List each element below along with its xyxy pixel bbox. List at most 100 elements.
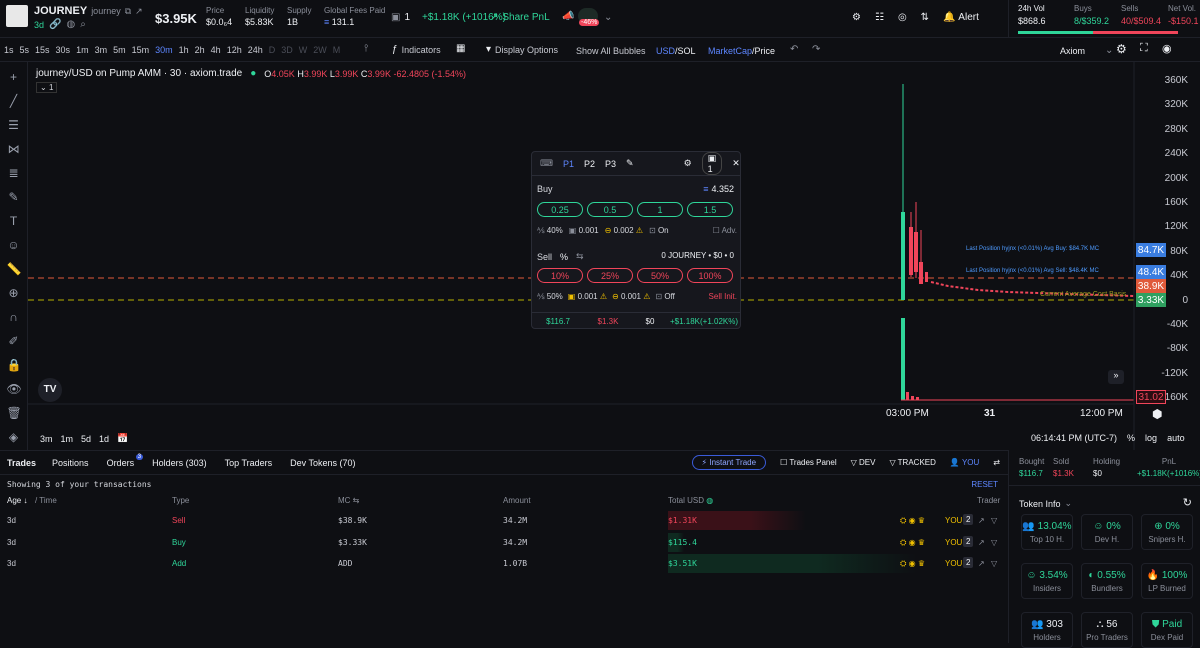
dev-filter[interactable]: ▽ DEV — [851, 458, 876, 467]
timeframe-5s[interactable]: 5s — [20, 45, 30, 55]
range-1d[interactable]: 1d — [99, 434, 109, 444]
horizontal-lines-icon[interactable]: ☰ — [7, 118, 21, 132]
you-filter[interactable]: 👤 YOU — [950, 458, 979, 467]
col-age[interactable]: Age ↓ — [7, 496, 27, 505]
search-icon[interactable]: ⌕ — [80, 19, 86, 30]
timeframe-15s[interactable]: 15s — [35, 45, 50, 55]
tab-p3[interactable]: P3 — [605, 159, 616, 169]
chevron-down-icon[interactable]: ⌄ — [1105, 45, 1113, 56]
buy-amount-2[interactable]: 0.5 — [587, 202, 633, 217]
link-icon[interactable]: 🔗 — [49, 19, 61, 30]
timeframe-15m[interactable]: 15m — [132, 45, 150, 55]
copy-icon[interactable]: ⧉ — [125, 6, 131, 17]
pencil-lock-icon[interactable]: ✐ — [7, 334, 21, 348]
gear-icon[interactable]: ⚙ — [684, 158, 692, 169]
timeframe-5m[interactable]: 5m — [113, 45, 126, 55]
tab-orders[interactable]: Orders 3 — [98, 453, 144, 468]
ruler-icon[interactable]: 📏 — [7, 262, 22, 276]
trendline-icon[interactable]: ╱ — [7, 94, 21, 108]
range-3m[interactable]: 3m — [40, 434, 53, 444]
indicators-button[interactable]: ƒ Indicators — [392, 44, 451, 55]
share-pnl-button[interactable]: ↗ Share PnL — [490, 12, 550, 23]
camera-icon[interactable]: ◉ — [1162, 42, 1172, 55]
auto-toggle[interactable]: auto — [1167, 433, 1185, 443]
timeframe-3d[interactable]: 3D — [281, 45, 293, 55]
magnet-icon[interactable]: ∩ — [7, 310, 21, 324]
gear-icon[interactable]: ⚙ — [852, 12, 861, 23]
filter-icon[interactable]: ▽ — [991, 559, 997, 568]
tab-positions[interactable]: Positions — [43, 458, 98, 468]
wallet-count[interactable]: ▣ 1 — [701, 152, 723, 175]
tab-dev-tokens[interactable]: Dev Tokens (70) — [281, 458, 364, 468]
col-total[interactable]: Total USD ◍ — [668, 496, 713, 505]
col-mc[interactable]: MC ⇆ — [338, 496, 359, 505]
eye-icon[interactable]: 👁 — [7, 382, 22, 396]
timeframe-3m[interactable]: 3m — [95, 45, 108, 55]
range-5d[interactable]: 5d — [81, 434, 91, 444]
layout-grid-icon[interactable]: ▦ — [456, 43, 465, 54]
token-info-header[interactable]: Token Info ⌄ — [1019, 498, 1072, 509]
trade-trader[interactable]: YOU — [945, 516, 962, 525]
trades-panel-toggle[interactable]: ☐ Trades Panel — [780, 458, 837, 467]
show-bubbles-button[interactable]: Show All Bubbles — [576, 46, 646, 56]
tracked-filter[interactable]: ▽ TRACKED — [889, 458, 935, 467]
buy-amount-1[interactable]: 0.25 — [537, 202, 583, 217]
trash-icon[interactable]: 🗑 — [7, 406, 22, 420]
timeframe-1h[interactable]: 1h — [179, 45, 189, 55]
range-1m[interactable]: 1m — [61, 434, 74, 444]
filter-icon[interactable]: ▽ — [991, 516, 997, 525]
timeframe-12h[interactable]: 12h — [227, 45, 242, 55]
crosshair-icon[interactable]: + — [7, 70, 21, 84]
timeframe-d[interactable]: D — [269, 45, 276, 55]
buy-amount-3[interactable]: 1 — [637, 202, 683, 217]
provider-select[interactable]: Axiom — [1060, 46, 1085, 56]
table-row[interactable]: 3d Add ADD 1.07B $3.51K ⛭ ◉ ♛ YOU 2 ↗ ▽ — [0, 553, 1008, 574]
timeframe-w[interactable]: W — [299, 45, 308, 55]
refresh-icon[interactable]: ↻ — [1183, 496, 1192, 509]
chevron-down-icon[interactable]: ⌄ — [604, 12, 612, 23]
trade-trader[interactable]: YOU — [945, 559, 962, 568]
settings-icon[interactable]: ⚙ — [1116, 42, 1127, 56]
timeframe-30m[interactable]: 30m — [155, 45, 173, 55]
instant-trade-button[interactable]: ⚡ Instant Trade — [691, 455, 767, 470]
external-link-icon[interactable]: ↗ — [978, 516, 985, 525]
table-row[interactable]: 3d Sell $38.9K 34.2M $1.31K ⛭ ◉ ♛ YOU 2 ↗ ▽ — [0, 510, 1008, 531]
emoji-icon[interactable]: ☺ — [7, 238, 21, 252]
sell-pct-4[interactable]: 100% — [687, 268, 733, 283]
sell-pct-1[interactable]: 10% — [537, 268, 583, 283]
redo-icon[interactable]: ↷ — [812, 44, 820, 55]
undo-icon[interactable]: ↶ — [790, 44, 798, 55]
timeframe-m[interactable]: M — [333, 45, 341, 55]
log-toggle[interactable]: log — [1145, 433, 1157, 443]
sort-icon[interactable]: ⇅ — [921, 12, 929, 23]
external-link-icon[interactable]: ↗ — [978, 559, 985, 568]
megaphone-icon[interactable]: 📣 — [562, 11, 574, 22]
filter-icon[interactable]: ▽ — [991, 538, 997, 547]
percent-toggle[interactable]: % — [1127, 433, 1135, 443]
tab-p1[interactable]: P1 — [563, 159, 574, 169]
candle-type-icon[interactable]: ⫯ — [364, 43, 368, 54]
lock-icon[interactable]: 🔒 — [7, 358, 22, 372]
tab-trades[interactable]: Trades — [0, 458, 43, 468]
tab-top-traders[interactable]: Top Traders — [216, 458, 282, 468]
buy-settings[interactable]: ⅍ 40% ▣ 0.001 ⊖ 0.002 ⚠ ⊡ On ☐ Adv. — [537, 226, 737, 235]
mc-price-toggle[interactable]: MarketCap/Price — [708, 46, 775, 56]
tab-p2[interactable]: P2 — [584, 159, 595, 169]
external-link-icon[interactable]: ↗ — [978, 538, 985, 547]
timeframe-1s[interactable]: 1s — [4, 45, 14, 55]
tab-holders[interactable]: Holders (303) — [143, 458, 216, 468]
brush-icon[interactable]: ✎ — [7, 190, 21, 204]
sliders-icon[interactable]: ☷ — [875, 12, 884, 23]
trade-trader[interactable]: YOU — [945, 538, 962, 547]
instant-trade-panel[interactable]: ⌨ P1 P2 P3 ✎ ⚙ ▣ 1 ✕ Buy ≡ 4.352 0.25 0.5… — [531, 151, 741, 329]
share-icon[interactable]: ↗ — [135, 6, 143, 17]
pnl-tracker[interactable]: ▣ 1 +$1.18K (+1016%) — [391, 12, 506, 23]
fullscreen-icon[interactable]: ⛶ — [1140, 42, 1148, 55]
swap-icon[interactable]: ⇄ — [993, 458, 1000, 467]
text-icon[interactable]: T — [7, 214, 21, 228]
pattern-icon[interactable]: ⋈ — [7, 142, 21, 156]
sell-settings[interactable]: ⅍ 50% ▣ 0.001 ⚠ ⊖ 0.001 ⚠ ⊡ Off Sell Ini… — [537, 292, 737, 301]
reset-button[interactable]: RESET — [971, 480, 998, 489]
timeframe-4h[interactable]: 4h — [211, 45, 221, 55]
layers-icon[interactable]: ◈ — [7, 430, 21, 444]
